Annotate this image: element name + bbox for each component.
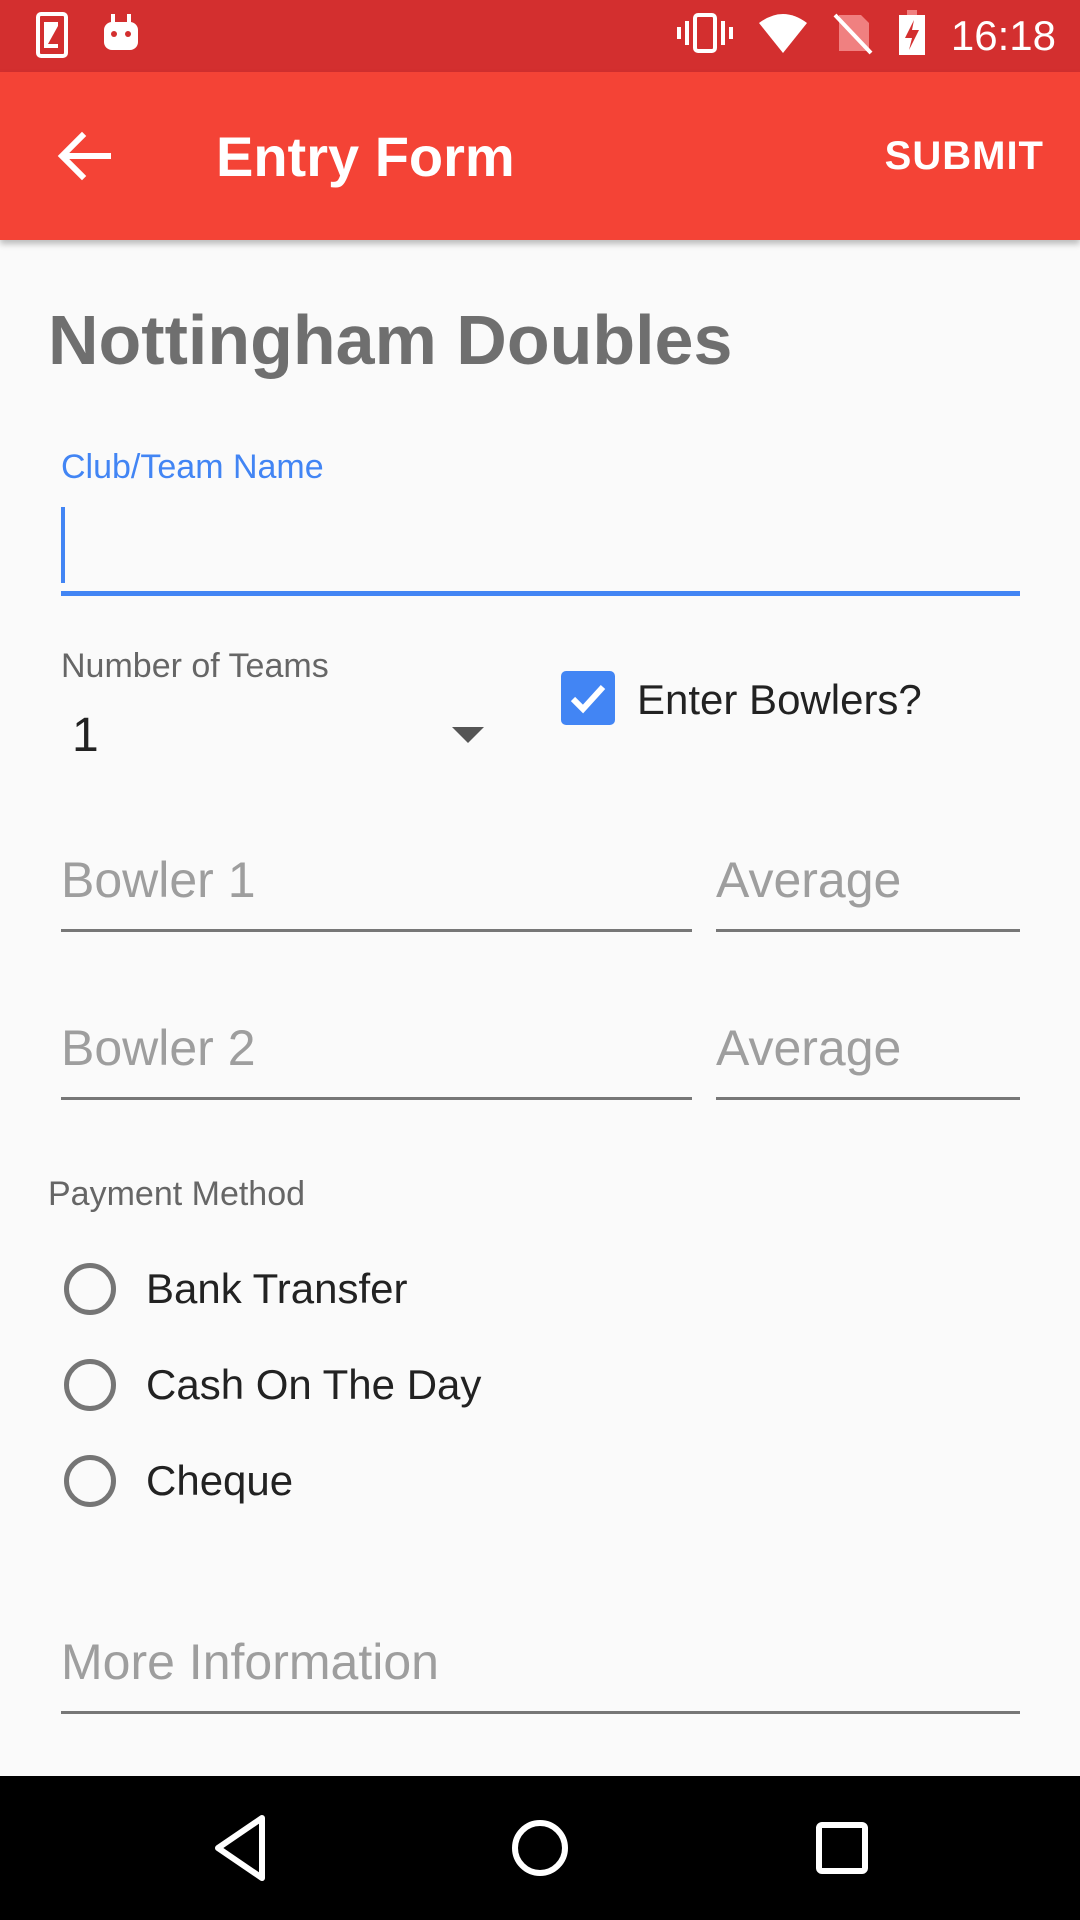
vibrate-icon [676,11,733,60]
payment-option-label: Bank Transfer [146,1265,408,1312]
bowler-2-placeholder: Bowler 2 [61,1020,256,1076]
nav-recents-button[interactable] [814,1812,870,1889]
bowler-1-average-input[interactable]: Average [716,851,1020,932]
payment-option-cheque[interactable]: Cheque [64,1450,293,1512]
clock: 16:18 [950,11,1056,59]
bowler-2-input[interactable]: Bowler 2 [61,1019,692,1100]
more-information-input[interactable]: More Information [61,1633,1020,1714]
app-bar: Entry Form SUBMIT [0,72,1080,240]
no-sim-icon [833,11,873,60]
team-name-input[interactable] [61,505,1020,596]
enter-bowlers-checkbox[interactable] [561,671,615,725]
sim-card-icon [36,12,68,63]
payment-option-label: Cheque [146,1457,294,1504]
num-teams-label: Number of Teams [61,647,329,685]
payment-option-cash[interactable]: Cash On The Day [64,1354,481,1416]
radio-button[interactable] [64,1455,116,1507]
bowler-2-average-placeholder: Average [716,1020,902,1076]
android-debug-icon [102,12,140,63]
payment-option-bank-transfer[interactable]: Bank Transfer [64,1258,407,1320]
num-teams-spinner[interactable]: 1 [72,708,99,763]
battery-charging-icon [897,10,927,61]
page-title: Entry Form [216,125,515,188]
wifi-icon [757,11,809,60]
radio-button[interactable] [64,1359,116,1411]
recents-square-icon [816,1822,868,1874]
more-information-placeholder: More Information [61,1634,439,1690]
text-cursor [61,507,65,583]
dropdown-arrow-icon[interactable] [452,727,484,743]
enter-bowlers-label: Enter Bowlers? [637,676,922,723]
back-button[interactable] [56,128,112,184]
back-triangle-icon [215,1815,265,1881]
radio-button[interactable] [64,1263,116,1315]
submit-button[interactable]: SUBMIT [885,134,1044,179]
team-name-label: Club/Team Name [61,448,324,486]
bowler-1-placeholder: Bowler 1 [61,852,256,908]
bowler-2-average-input[interactable]: Average [716,1019,1020,1100]
checkmark-icon [570,684,606,714]
nav-home-button[interactable] [510,1812,570,1889]
bowler-1-input[interactable]: Bowler 1 [61,851,692,932]
status-bar: 16:18 [0,0,1080,72]
bowler-1-average-placeholder: Average [716,852,902,908]
home-circle-icon [512,1820,568,1876]
event-title: Nottingham Doubles [48,301,733,379]
nav-back-button[interactable] [212,1812,268,1889]
navigation-bar [0,1776,1080,1920]
payment-method-label: Payment Method [48,1175,306,1213]
arrow-back-icon [57,131,111,181]
payment-option-label: Cash On The Day [146,1361,482,1408]
